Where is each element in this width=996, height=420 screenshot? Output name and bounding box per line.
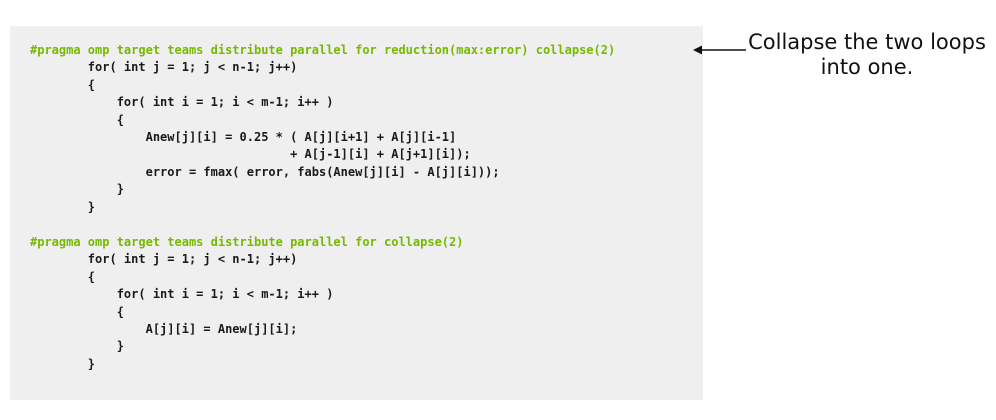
code-line: for( int j = 1; j < n-1; j++) xyxy=(30,60,298,75)
code-line: } xyxy=(30,356,96,371)
code-line: { xyxy=(30,77,96,92)
code-line: A[j][i] = Anew[j][i]; xyxy=(30,321,298,336)
code-line: { xyxy=(30,269,96,284)
code-line: { xyxy=(30,304,124,319)
annotation-line-2: into one. xyxy=(820,55,914,79)
code-block-reduction: #pragma omp target teams distribute para… xyxy=(30,42,615,216)
code-line: for( int i = 1; i < m-1; i++ ) xyxy=(30,287,334,302)
code-line: } xyxy=(30,182,124,197)
annotation-line-1: Collapse the two loops xyxy=(748,30,986,54)
code-line: { xyxy=(30,112,124,127)
annotation-callout: Collapse the two loops into one. xyxy=(742,30,992,80)
code-line: } xyxy=(30,339,124,354)
code-panel: #pragma omp target teams distribute para… xyxy=(10,26,703,400)
arrow-left-icon xyxy=(693,45,746,55)
pragma-line: #pragma omp target teams distribute para… xyxy=(30,235,464,249)
slide: #pragma omp target teams distribute para… xyxy=(0,0,996,420)
code-line: + A[j-1][i] + A[j+1][i]); xyxy=(30,147,471,162)
code-line: for( int j = 1; j < n-1; j++) xyxy=(30,252,298,267)
code-block-copy: #pragma omp target teams distribute para… xyxy=(30,234,463,373)
code-line: Anew[j][i] = 0.25 * ( A[j][i+1] + A[j][i… xyxy=(30,129,457,144)
code-line: } xyxy=(30,199,96,214)
code-line: for( int i = 1; i < m-1; i++ ) xyxy=(30,95,334,110)
code-line: error = fmax( error, fabs(Anew[j][i] - A… xyxy=(30,164,500,179)
pragma-line: #pragma omp target teams distribute para… xyxy=(30,43,616,57)
